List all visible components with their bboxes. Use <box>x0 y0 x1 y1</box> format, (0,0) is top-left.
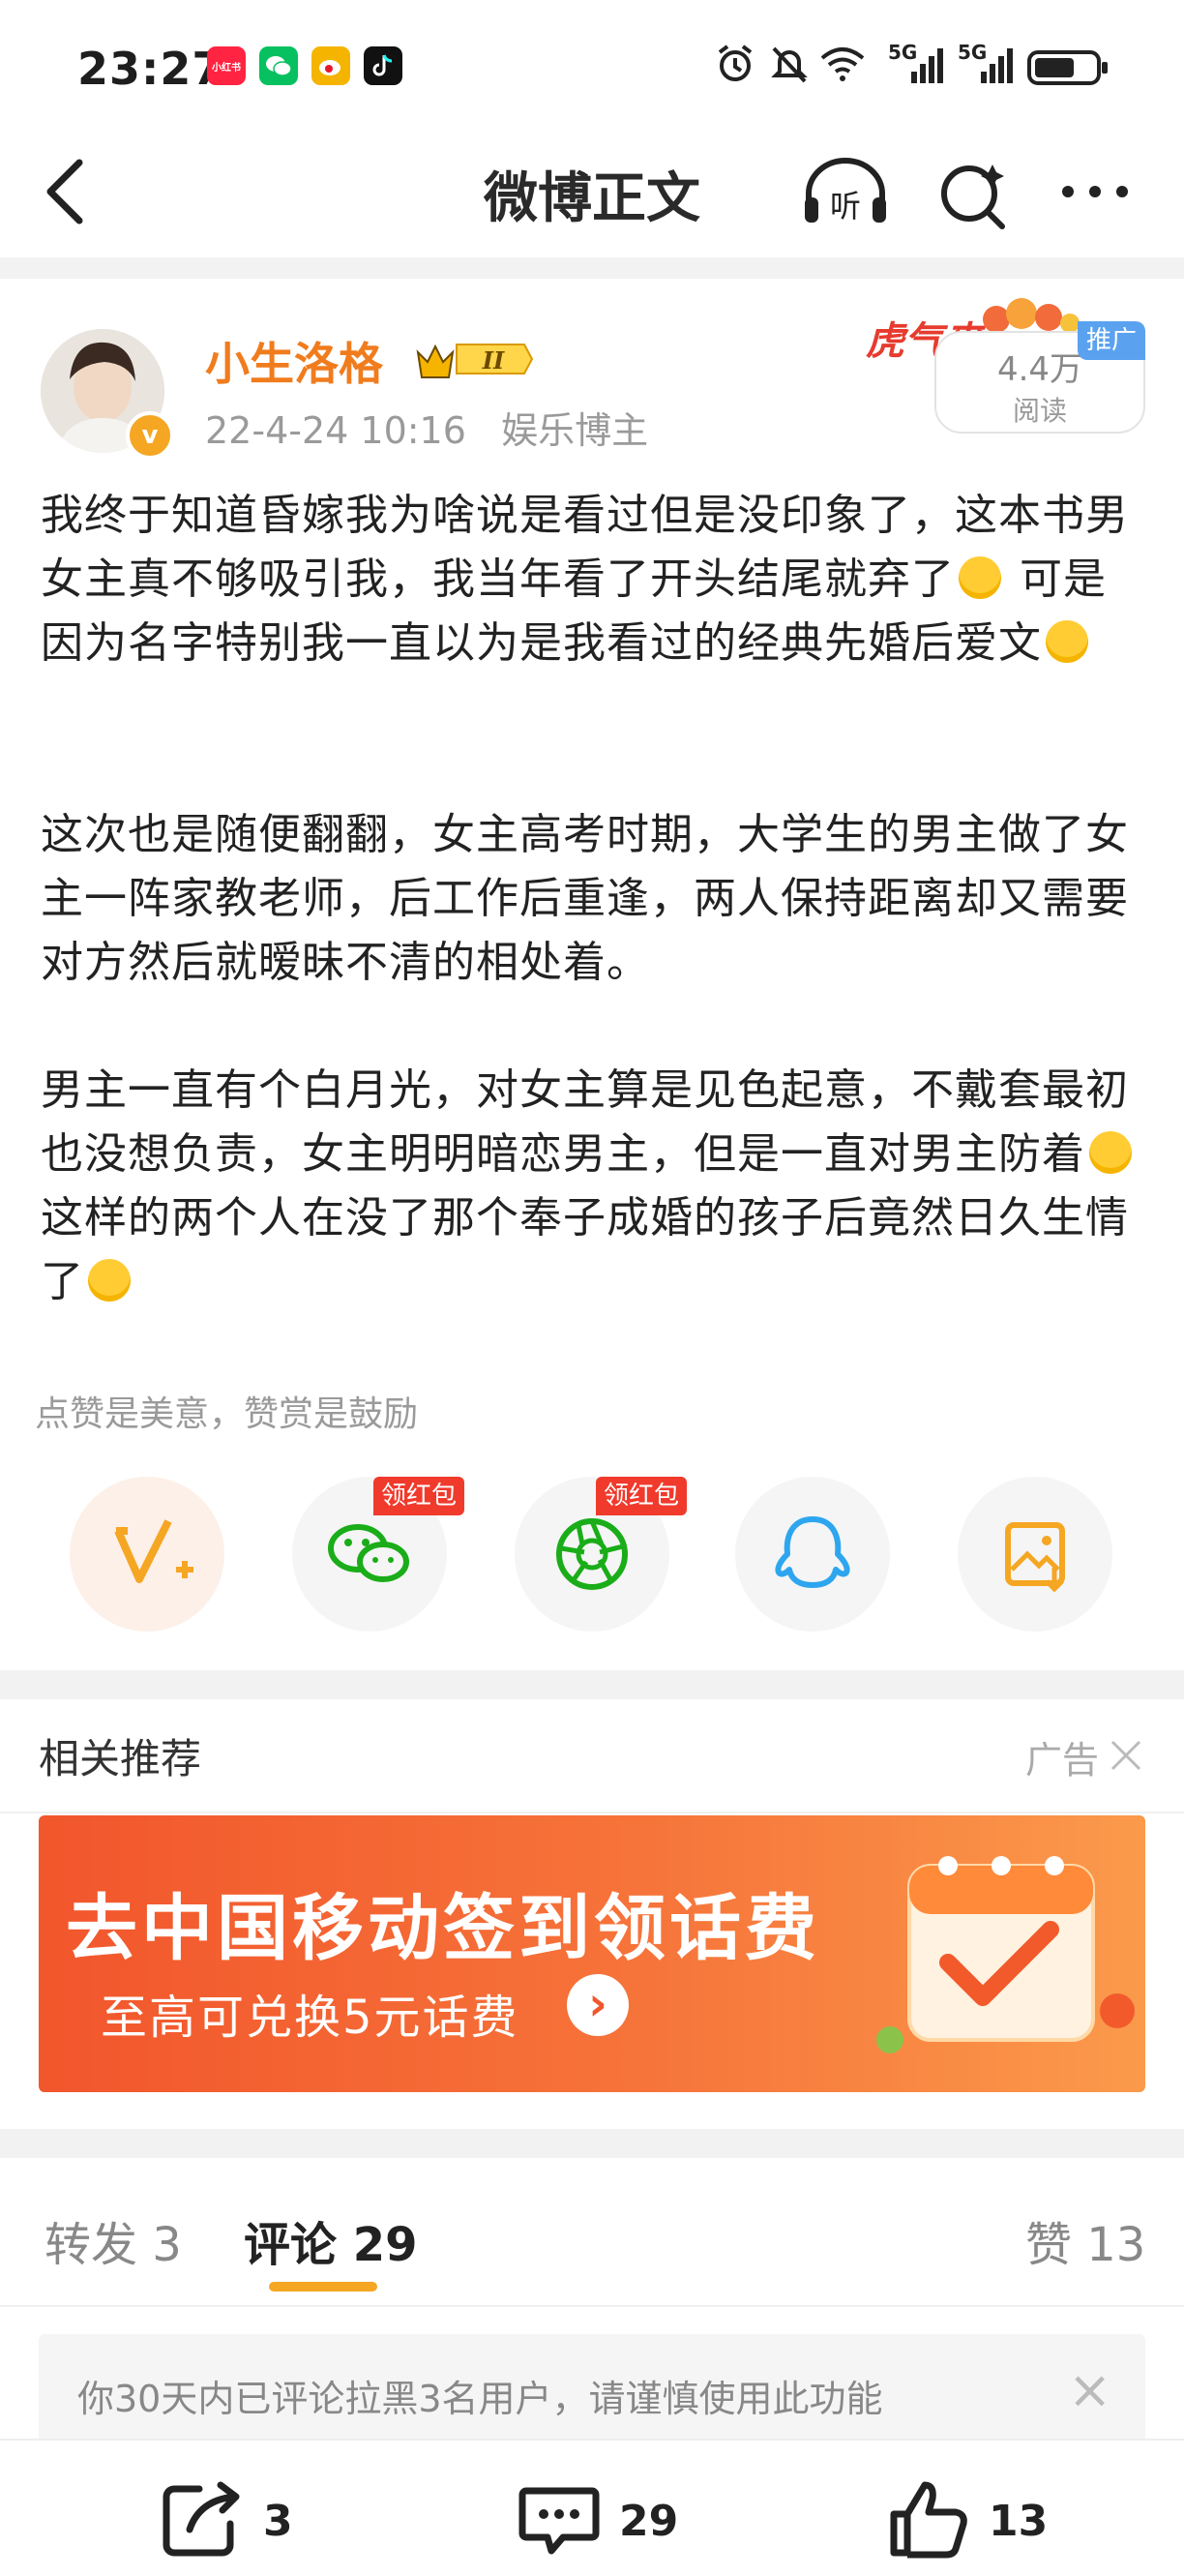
listen-headphones-icon[interactable]: 听 <box>799 155 892 232</box>
shush-emoji-icon <box>1089 1131 1132 1174</box>
weibo-icon <box>311 46 350 85</box>
like-thumb-icon[interactable] <box>886 2477 971 2559</box>
read-label: 阅读 <box>1012 395 1067 427</box>
comment-icon[interactable] <box>518 2479 600 2557</box>
laugh-cry-emoji-icon <box>959 556 1001 599</box>
comment-count[interactable]: 29 <box>619 2497 678 2546</box>
share-qq-button[interactable] <box>735 1477 890 1632</box>
signal-icon-1 <box>911 48 943 83</box>
encourage-text: 点赞是美意，赞赏是鼓励 <box>35 1394 419 1434</box>
mute-bell-icon <box>771 46 808 83</box>
ad-subtitle: 至高可兑换5元话费 <box>101 1991 519 2045</box>
verified-badge: v <box>126 411 174 460</box>
tab-repost[interactable]: 转发 3 <box>44 2206 182 2274</box>
level-text: II <box>482 346 505 374</box>
tab-likes[interactable]: 赞 13 <box>1025 2206 1145 2274</box>
save-image-button[interactable] <box>958 1477 1112 1632</box>
tab-comments[interactable]: 评论 29 <box>244 2206 418 2274</box>
reward-v-plus-icon <box>114 1519 193 1583</box>
post-paragraph-1: 我终于知道昏嫁我为啥说是看过但是没印象了，这本书男女主真不够吸引我，我当年看了开… <box>41 484 1147 675</box>
divider <box>0 257 1184 279</box>
divider <box>0 1812 1184 1813</box>
username[interactable]: 小生洛格 <box>205 329 383 393</box>
qq-penguin-icon <box>775 1516 850 1588</box>
battery-icon <box>1027 50 1108 85</box>
save-image-icon <box>1005 1522 1065 1593</box>
repost-count[interactable]: 3 <box>263 2497 293 2546</box>
active-tab-indicator <box>269 2282 377 2291</box>
repost-icon[interactable] <box>161 2479 244 2557</box>
search-icon[interactable] <box>934 155 1012 232</box>
post-meta: 22-4-24 10:16 娱乐博主 <box>205 401 648 454</box>
related-section-title: 相关推荐 <box>39 1735 202 1782</box>
signal-icon-2 <box>981 48 1013 83</box>
divider <box>0 1670 1184 1699</box>
author-tag: 娱乐博主 <box>501 409 649 452</box>
like-count[interactable]: 13 <box>989 2497 1048 2546</box>
chevron-right-icon: › <box>567 1974 629 2036</box>
close-ad-icon[interactable] <box>1109 1738 1143 1773</box>
status-time: 23:27 <box>77 43 224 95</box>
ad-headline: 去中国移动签到领话费 <box>66 1887 820 1970</box>
ad-label: 广告 <box>1025 1739 1100 1782</box>
paragraph-text-continued: 这样的两个人在没了那个奉子成婚的孩子后竟然日久生情了 <box>41 1193 1129 1306</box>
calendar-check-icon <box>876 1856 1135 2053</box>
alarm-icon <box>718 45 753 81</box>
promo-tag: 推广 <box>1078 321 1145 360</box>
wechat-icon <box>259 46 298 85</box>
reward-button[interactable] <box>70 1477 224 1632</box>
promo-decoration-icon <box>983 298 1080 333</box>
divider <box>0 2129 1184 2158</box>
paragraph-text: 男主一直有个白月光，对女主算是见色起意，不戴套最初也没想负责，女主明明暗恋男主，… <box>41 1065 1129 1179</box>
post-paragraph-2: 这次也是随便翻翻，女主高考时期，大学生的男主做了女主一阵家教老师，后工作后重逢，… <box>41 810 1129 987</box>
post-paragraph-3: 男主一直有个白月光，对女主算是见色起意，不戴套最初也没想负责，女主明明暗恋男主，… <box>41 1059 1147 1314</box>
member-level-badge[interactable]: II <box>414 335 534 383</box>
more-options-icon[interactable] <box>1056 172 1134 211</box>
close-notice-icon[interactable]: × <box>1068 2359 1111 2420</box>
wifi-icon <box>820 47 865 81</box>
red-packet-tag: 领红包 <box>596 1477 688 1515</box>
xiaohongshu-icon: 小红书 <box>207 46 246 85</box>
tiktok-icon <box>364 46 402 85</box>
post-timestamp: 22-4-24 10:16 <box>205 409 466 452</box>
svg-text:听: 听 <box>830 188 861 225</box>
block-notice-text: 你30天内已评论拉黑3名用户，请谨慎使用此功能 <box>77 2378 883 2420</box>
shush-emoji-icon <box>88 1259 131 1302</box>
red-packet-tag: 领红包 <box>373 1477 465 1515</box>
laugh-emoji-icon <box>1046 620 1088 663</box>
divider <box>0 2305 1184 2307</box>
